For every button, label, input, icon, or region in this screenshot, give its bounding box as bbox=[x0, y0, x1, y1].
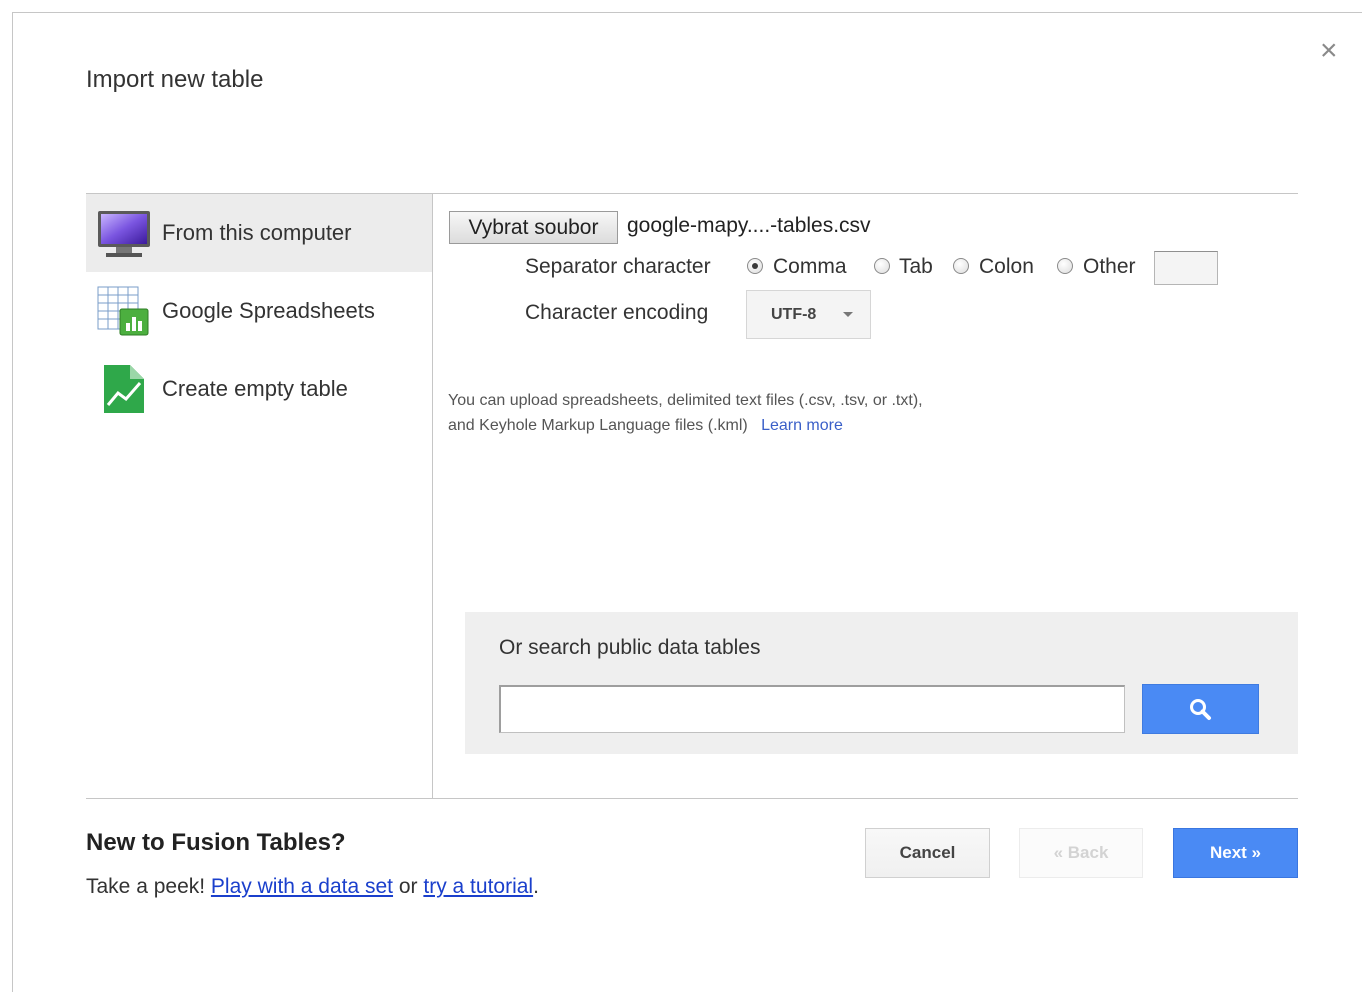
radio-other-label: Other bbox=[1083, 255, 1136, 278]
encoding-value: UTF-8 bbox=[771, 305, 817, 323]
upload-help-text: You can upload spreadsheets, delimited t… bbox=[448, 388, 923, 438]
sidebar-item-create-empty[interactable]: Create empty table bbox=[86, 350, 432, 428]
monitor-icon bbox=[96, 205, 152, 261]
tutorial-link[interactable]: try a tutorial bbox=[423, 875, 533, 898]
sidebar-item-google-spreadsheets[interactable]: Google Spreadsheets bbox=[86, 272, 432, 350]
dialog-title: Import new table bbox=[86, 66, 264, 93]
promo-suffix: . bbox=[533, 875, 539, 898]
help-line-text: and Keyhole Markup Language files (.kml) bbox=[448, 417, 748, 434]
search-button[interactable] bbox=[1142, 684, 1259, 734]
cancel-button[interactable]: Cancel bbox=[865, 828, 990, 878]
encoding-select[interactable]: UTF-8 bbox=[746, 290, 871, 339]
empty-table-icon bbox=[96, 361, 152, 417]
promo-text: Take a peek! Play with a data set or try… bbox=[86, 875, 539, 899]
separator-label: Separator character bbox=[525, 255, 711, 278]
search-panel: Or search public data tables bbox=[465, 612, 1298, 754]
divider bbox=[86, 798, 1298, 799]
search-heading: Or search public data tables bbox=[499, 636, 761, 659]
radio-tab[interactable] bbox=[874, 258, 890, 274]
close-icon[interactable]: × bbox=[1320, 36, 1338, 66]
help-line: and Keyhole Markup Language files (.kml)… bbox=[448, 413, 923, 438]
sidebar-item-label: From this computer bbox=[162, 220, 352, 245]
spreadsheet-icon bbox=[96, 283, 152, 339]
next-button[interactable]: Next » bbox=[1173, 828, 1298, 878]
learn-more-link[interactable]: Learn more bbox=[761, 417, 843, 434]
radio-comma[interactable] bbox=[747, 258, 763, 274]
search-icon bbox=[1190, 699, 1211, 720]
sidebar-item-label: Create empty table bbox=[162, 376, 348, 401]
radio-comma-label: Comma bbox=[773, 255, 847, 278]
encoding-label: Character encoding bbox=[525, 301, 709, 324]
radio-colon-label: Colon bbox=[979, 255, 1034, 278]
promo-prefix: Take a peek! bbox=[86, 875, 211, 898]
sidebar-item-from-computer[interactable]: From this computer bbox=[86, 194, 432, 272]
divider bbox=[432, 193, 433, 799]
selected-file-name: google-mapy....-tables.csv bbox=[627, 214, 871, 237]
promo-title: New to Fusion Tables? bbox=[86, 829, 346, 856]
chevron-down-icon bbox=[843, 312, 853, 317]
help-line: You can upload spreadsheets, delimited t… bbox=[448, 392, 923, 409]
search-input[interactable] bbox=[499, 685, 1125, 733]
other-separator-input[interactable] bbox=[1154, 251, 1218, 285]
radio-colon[interactable] bbox=[953, 258, 969, 274]
sidebar-item-label: Google Spreadsheets bbox=[162, 298, 375, 323]
back-button[interactable]: « Back bbox=[1019, 828, 1143, 878]
promo-middle: or bbox=[393, 875, 424, 898]
choose-file-button[interactable]: Vybrat soubor bbox=[449, 211, 618, 244]
radio-tab-label: Tab bbox=[899, 255, 933, 278]
radio-other[interactable] bbox=[1057, 258, 1073, 274]
play-with-data-link[interactable]: Play with a data set bbox=[211, 875, 393, 898]
